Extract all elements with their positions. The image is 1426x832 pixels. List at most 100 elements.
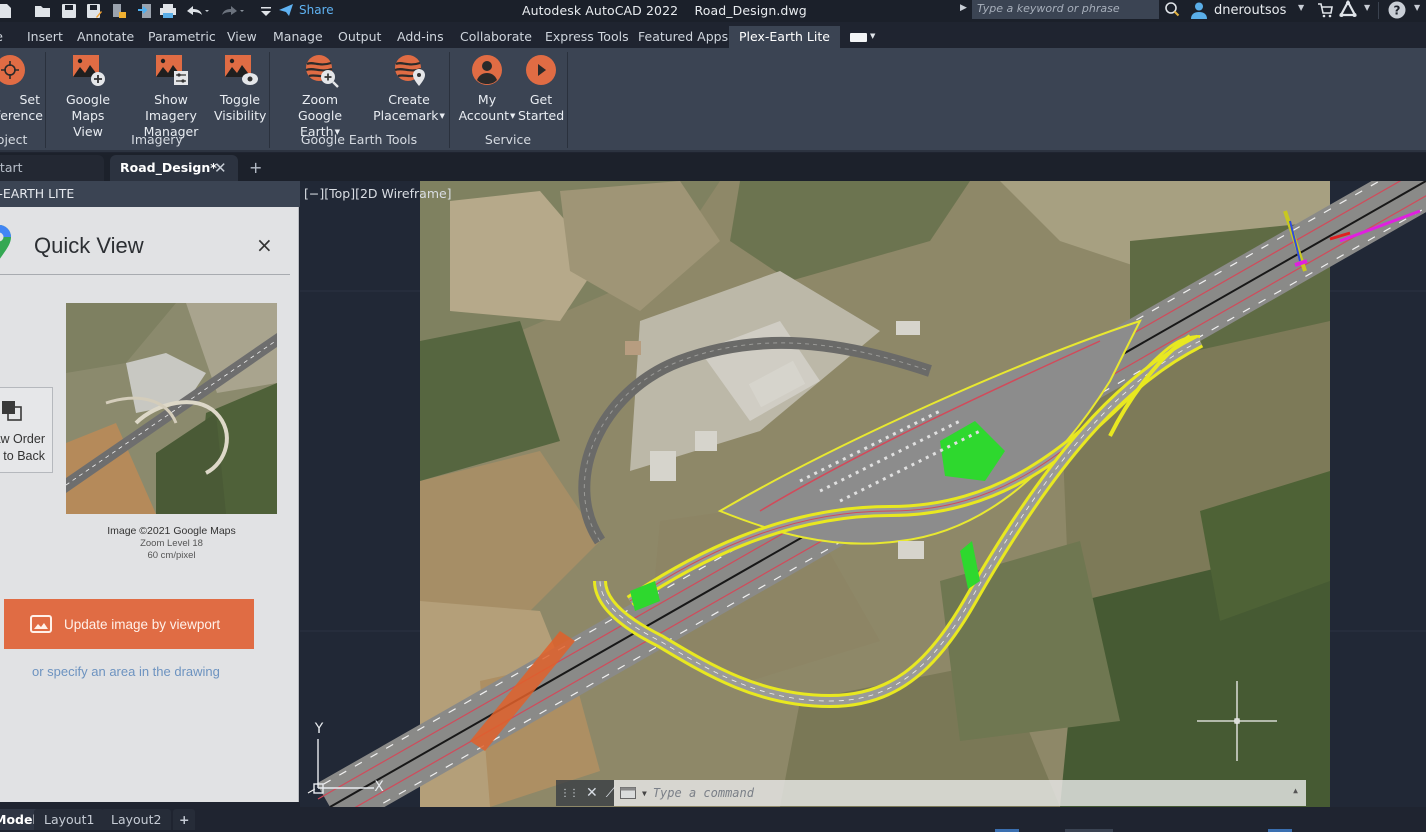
command-line-grip[interactable]: ⋮⋮ ✕ ⟋ <box>556 780 616 806</box>
drawing-viewport[interactable]: [−][Top][2D Wireframe] Y X <box>300 181 1426 807</box>
zoom-google-earth-button[interactable]: Zoom Google Earth▼ <box>278 54 362 140</box>
tab-featured-apps[interactable]: Featured Apps <box>628 26 738 48</box>
cart-icon[interactable] <box>1316 1 1334 18</box>
my-account-label-2: Account <box>458 108 510 123</box>
window-title: Autodesk AutoCAD 2022 Road_Design.dwg <box>522 3 807 18</box>
quick-view-palette: Quick View × Draw Order: Send to Back Im… <box>0 207 299 802</box>
tab-layout1[interactable]: Layout1 <box>34 809 105 830</box>
toggle-visibility-label-1: Toggle <box>219 92 261 107</box>
layout-tab-bar: Model Layout1 Layout2 + <box>0 807 1426 832</box>
tab-parametric[interactable]: Parametric <box>138 26 226 48</box>
customize-qat-icon[interactable] <box>257 2 275 19</box>
ribbon-tab-bar: Home Insert Annotate Parametric View Man… <box>0 26 1426 48</box>
workspace-dropdown-icon[interactable]: ▼ <box>870 32 875 40</box>
image-icon <box>30 615 52 633</box>
tab-manage[interactable]: Manage <box>263 26 333 48</box>
show-imagery-manager-label-1: Show Imagery <box>145 92 197 123</box>
title-bar: Share Autodesk AutoCAD 2022 Road_Design.… <box>0 0 1426 22</box>
update-image-button[interactable]: Update image by viewport <box>4 599 254 649</box>
help-dropdown-icon[interactable]: ▼ <box>1414 3 1420 12</box>
map-thumbnail <box>66 303 277 514</box>
new-icon[interactable] <box>0 2 14 19</box>
tab-collaborate[interactable]: Collaborate <box>450 26 542 48</box>
command-input[interactable]: ▼ Type a command ▲ <box>614 780 1306 806</box>
tab-start[interactable]: Start <box>0 155 104 181</box>
tab-insert[interactable]: Insert <box>17 26 73 48</box>
show-imagery-manager-button[interactable]: Show Imagery Manager <box>129 54 213 140</box>
expand-search-icon[interactable]: ▶ <box>960 3 967 13</box>
share-button[interactable]: Share <box>278 1 334 19</box>
quick-view-title: Quick View <box>34 233 144 258</box>
drag-handle-icon[interactable]: ⋮⋮ <box>560 788 579 799</box>
set-reference-button[interactable]: Set Reference <box>0 54 43 124</box>
palette-title-bar[interactable]: PLEX-EARTH LITE <box>0 181 300 207</box>
command-placeholder: Type a command <box>652 786 754 800</box>
tab-view[interactable]: View <box>217 26 267 48</box>
user-name: dneroutsos <box>1214 2 1287 18</box>
search-icon[interactable] <box>1163 0 1181 17</box>
globe-zoom-icon <box>304 54 339 88</box>
save-icon[interactable] <box>60 2 78 19</box>
apps-dropdown-icon[interactable]: ▼ <box>1364 3 1370 12</box>
toggle-visibility-button[interactable]: Toggle Visibility <box>214 54 266 124</box>
google-maps-view-button[interactable]: Google Maps View <box>48 54 128 140</box>
viewport-controls[interactable]: [−][Top][2D Wireframe] <box>304 186 452 201</box>
my-account-label-1: My <box>477 92 497 107</box>
user-menu[interactable]: dneroutsos <box>1190 0 1286 20</box>
zoom-level: Zoom Level 18 <box>140 538 203 549</box>
georeference-icon <box>0 54 26 86</box>
tab-home[interactable]: Home <box>0 26 13 48</box>
dropdown-arrow-icon[interactable]: ▼ <box>642 789 647 798</box>
recent-commands-icon[interactable] <box>620 787 636 799</box>
image-credit: Image ©2021 Google Maps <box>107 525 236 537</box>
tab-road-design[interactable]: Road_Design* ✕ <box>110 155 238 181</box>
add-layout-icon[interactable]: + <box>173 809 196 830</box>
specify-area-link[interactable]: or specify an area in the drawing <box>32 664 220 679</box>
save-to-web-icon[interactable] <box>136 2 154 19</box>
dropdown-arrow-icon[interactable]: ▼ <box>510 112 515 120</box>
tab-plex-earth-lite[interactable]: Plex-Earth Lite <box>729 26 840 48</box>
send-to-back-icon <box>2 401 22 421</box>
undo-icon[interactable] <box>184 2 210 19</box>
draw-order-label-1: Draw Order: <box>0 432 45 446</box>
group-label-imagery: Imagery <box>131 132 183 147</box>
search-input[interactable]: Type a keyword or phrase <box>972 0 1159 19</box>
set-reference-label-1: Set <box>19 92 40 107</box>
create-placemark-button[interactable]: Create Placemark▼ <box>372 54 446 124</box>
close-icon[interactable]: × <box>256 233 273 257</box>
satellite-map-canvas: Y X <box>300 181 1426 807</box>
draw-order-button[interactable]: Draw Order: Send to Back <box>0 387 53 473</box>
group-label-google-earth-tools: Google Earth Tools <box>300 132 418 147</box>
save-as-icon[interactable] <box>85 2 103 19</box>
google-maps-view-label-1: Google Maps <box>65 92 111 123</box>
share-label: Share <box>299 3 334 17</box>
close-tab-icon[interactable]: ✕ <box>214 155 227 181</box>
image-settings-icon <box>155 54 188 86</box>
open-from-web-icon[interactable] <box>110 2 128 19</box>
command-history-icon[interactable]: ▲ <box>1293 786 1298 795</box>
help-icon[interactable]: ? <box>1388 1 1406 18</box>
my-account-button[interactable]: My Account▼ <box>458 54 516 124</box>
tab-annotate[interactable]: Annotate <box>67 26 144 48</box>
app-name: Autodesk AutoCAD 2022 <box>522 3 679 18</box>
autodesk-app-icon[interactable] <box>1339 0 1357 17</box>
tab-output[interactable]: Output <box>328 26 391 48</box>
create-placemark-label-2: Placemark <box>373 108 439 123</box>
workspace-switch-icon[interactable] <box>850 33 867 42</box>
open-icon[interactable] <box>34 2 52 19</box>
dropdown-arrow-icon[interactable]: ▼ <box>440 112 445 120</box>
tab-express-tools[interactable]: Express Tools <box>535 26 639 48</box>
image-visibility-icon <box>224 54 258 86</box>
plot-icon[interactable] <box>159 2 177 19</box>
close-command-line-icon[interactable]: ✕ <box>586 785 598 801</box>
toggle-visibility-label-2: Visibility <box>214 108 267 123</box>
new-tab-icon[interactable]: + <box>249 158 262 177</box>
redo-icon[interactable] <box>220 2 246 19</box>
get-started-label-1: Get <box>529 92 553 107</box>
paper-plane-icon <box>279 4 293 16</box>
user-dropdown-icon[interactable]: ▼ <box>1298 3 1304 12</box>
tab-add-ins[interactable]: Add-ins <box>387 26 454 48</box>
tab-road-design-label: Road_Design* <box>120 160 217 175</box>
get-started-button[interactable]: Get Started <box>518 54 564 124</box>
tab-layout2[interactable]: Layout2 <box>101 809 172 830</box>
